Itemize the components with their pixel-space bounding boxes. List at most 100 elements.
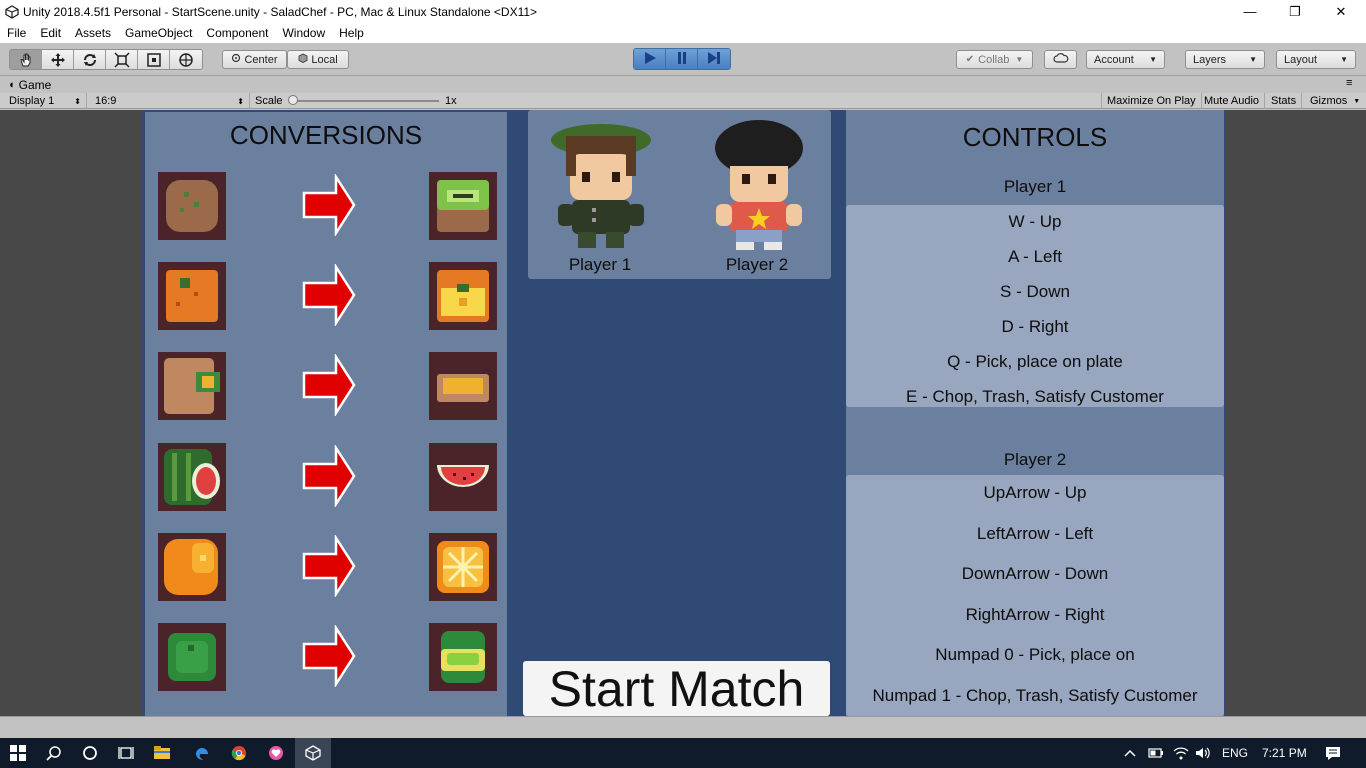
arrow-right-icon — [302, 354, 356, 416]
menu-component[interactable]: Component — [199, 26, 275, 40]
window-titlebar: Unity 2018.4.5f1 Personal - StartScene.u… — [0, 0, 1366, 23]
search-icon[interactable] — [36, 738, 72, 768]
menu-assets[interactable]: Assets — [68, 26, 118, 40]
arrow-right-icon — [302, 445, 356, 507]
cortana-icon[interactable] — [72, 738, 108, 768]
step-button[interactable] — [698, 49, 730, 69]
file-explorer-icon[interactable] — [144, 738, 180, 768]
controls-title: CONTROLS — [962, 122, 1108, 152]
kiwi-whole-icon — [158, 172, 226, 240]
move-tool-icon[interactable] — [42, 50, 74, 69]
controls-panel: CONTROLS Player 1 W - Up A - Left S - Do… — [846, 110, 1224, 716]
chevron-down-icon: ▼ — [1249, 55, 1257, 64]
watermelon-chopped-icon — [429, 443, 497, 511]
menu-window[interactable]: Window — [275, 26, 332, 40]
control-line: Numpad 1 - Chop, Trash, Satisfy Customer — [872, 686, 1198, 705]
edge-browser-icon[interactable] — [184, 738, 220, 768]
menu-file[interactable]: File — [0, 26, 33, 40]
chrome-icon[interactable] — [221, 738, 257, 768]
cloud-button[interactable] — [1044, 50, 1077, 69]
maximize-on-play-toggle[interactable]: Maximize On Play — [1101, 93, 1202, 109]
tab-game[interactable]: ◖ Game — [8, 78, 51, 92]
maximize-button[interactable]: ❐ — [1272, 0, 1318, 23]
app-heart-icon[interactable] — [258, 738, 294, 768]
watermelon-whole-icon — [158, 443, 226, 511]
control-line: E - Chop, Trash, Satisfy Customer — [906, 387, 1164, 406]
space-local-button[interactable]: Local — [287, 50, 349, 69]
mute-audio-toggle[interactable]: Mute Audio — [1199, 93, 1266, 109]
battery-icon[interactable] — [1148, 738, 1164, 768]
player1-controls-list: W - Up A - Left S - Down D - Right Q - P… — [846, 205, 1224, 407]
collab-dropdown[interactable]: ✔ Collab ▼ — [956, 50, 1033, 69]
notification-icon[interactable] — [1325, 738, 1341, 768]
scale-slider-track[interactable] — [292, 100, 439, 102]
unity-taskbar-icon[interactable] — [295, 738, 331, 768]
layout-dropdown[interactable]: Layout ▼ — [1276, 50, 1356, 69]
conversion-row — [145, 533, 507, 601]
conversions-title: CONVERSIONS — [229, 120, 423, 150]
cloud-icon — [1052, 53, 1069, 66]
control-line: UpArrow - Up — [983, 483, 1087, 502]
pivot-label: Center — [244, 53, 278, 66]
clock-time[interactable]: 7:21 PM — [1262, 738, 1307, 768]
pivot-icon — [231, 53, 241, 66]
gizmos-label: Gizmos — [1310, 95, 1348, 107]
pivot-center-button[interactable]: Center — [222, 50, 287, 69]
menu-gameobject[interactable]: GameObject — [118, 26, 199, 40]
collab-label: Collab — [978, 53, 1010, 66]
play-button[interactable] — [634, 49, 666, 69]
arrow-right-icon — [302, 535, 356, 597]
hand-tool-icon[interactable] — [10, 50, 42, 69]
rect-tool-icon[interactable] — [138, 50, 170, 69]
updown-icon: ⬍ — [74, 96, 81, 106]
tray-chevron-up-icon[interactable] — [1124, 738, 1136, 768]
tab-menu-icon[interactable]: ≡ — [1346, 77, 1352, 89]
player1-character-icon — [551, 124, 651, 248]
start-match-button[interactable]: Start Match — [523, 661, 830, 716]
rotate-tool-icon[interactable] — [74, 50, 106, 69]
status-bar — [0, 716, 1366, 738]
orange-chopped-icon — [429, 533, 497, 601]
wifi-icon[interactable] — [1173, 738, 1189, 768]
windows-start-icon[interactable] — [0, 738, 36, 768]
pause-button[interactable] — [666, 49, 698, 69]
check-icon: ✔ — [965, 54, 975, 65]
player2-controls-list: UpArrow - Up LeftArrow - Left DownArrow … — [846, 475, 1224, 716]
scale-slider-thumb[interactable] — [288, 95, 298, 105]
carrot-chopped-icon — [429, 262, 497, 330]
display-dropdown[interactable]: Display 1 ⬍ — [4, 93, 87, 109]
scale-tool-icon[interactable] — [106, 50, 138, 69]
conversion-row — [145, 262, 507, 330]
stats-toggle[interactable]: Stats — [1266, 93, 1303, 109]
control-line: D - Right — [1001, 317, 1069, 336]
conversion-row — [145, 623, 507, 691]
playback-controls — [633, 48, 731, 70]
player2-character-icon — [715, 120, 803, 250]
gizmos-dropdown[interactable]: Gizmos ▼ — [1305, 93, 1365, 109]
control-line: Numpad 0 - Pick, place on — [935, 645, 1135, 664]
minimize-button[interactable]: — — [1227, 0, 1273, 23]
game-view-options: Display 1 ⬍ 16:9 ⬍ Scale 1x Maximize On … — [0, 93, 1366, 109]
menu-help[interactable]: Help — [332, 26, 371, 40]
unity-logo-icon — [3, 3, 21, 21]
space-label: Local — [311, 53, 338, 66]
main-toolbar: Center Local ✔ Collab ▼ Account ▼ Layers… — [0, 43, 1366, 76]
transform-tool-icon[interactable] — [170, 50, 202, 69]
layout-label: Layout — [1284, 53, 1318, 66]
volume-icon[interactable] — [1195, 738, 1211, 768]
control-line: Q - Pick, place on plate — [947, 352, 1123, 371]
window-title: Unity 2018.4.5f1 Personal - StartScene.u… — [23, 4, 538, 19]
language-indicator[interactable]: ENG — [1222, 738, 1248, 768]
player1-controls-header: Player 1 — [1003, 177, 1067, 196]
step-icon — [707, 51, 721, 68]
close-button[interactable]: ✕ — [1318, 0, 1364, 23]
menu-edit[interactable]: Edit — [33, 26, 68, 40]
aspect-dropdown[interactable]: 16:9 ⬍ — [90, 93, 250, 109]
control-line: S - Down — [1000, 282, 1070, 301]
control-line: LeftArrow - Left — [976, 524, 1094, 543]
game-canvas: CONVERSIONS Player 1 Player 2 Start Matc… — [142, 110, 1225, 716]
task-view-icon[interactable] — [108, 738, 144, 768]
conversions-panel: CONVERSIONS — [145, 112, 507, 716]
layers-dropdown[interactable]: Layers ▼ — [1185, 50, 1265, 69]
account-dropdown[interactable]: Account ▼ — [1086, 50, 1165, 69]
